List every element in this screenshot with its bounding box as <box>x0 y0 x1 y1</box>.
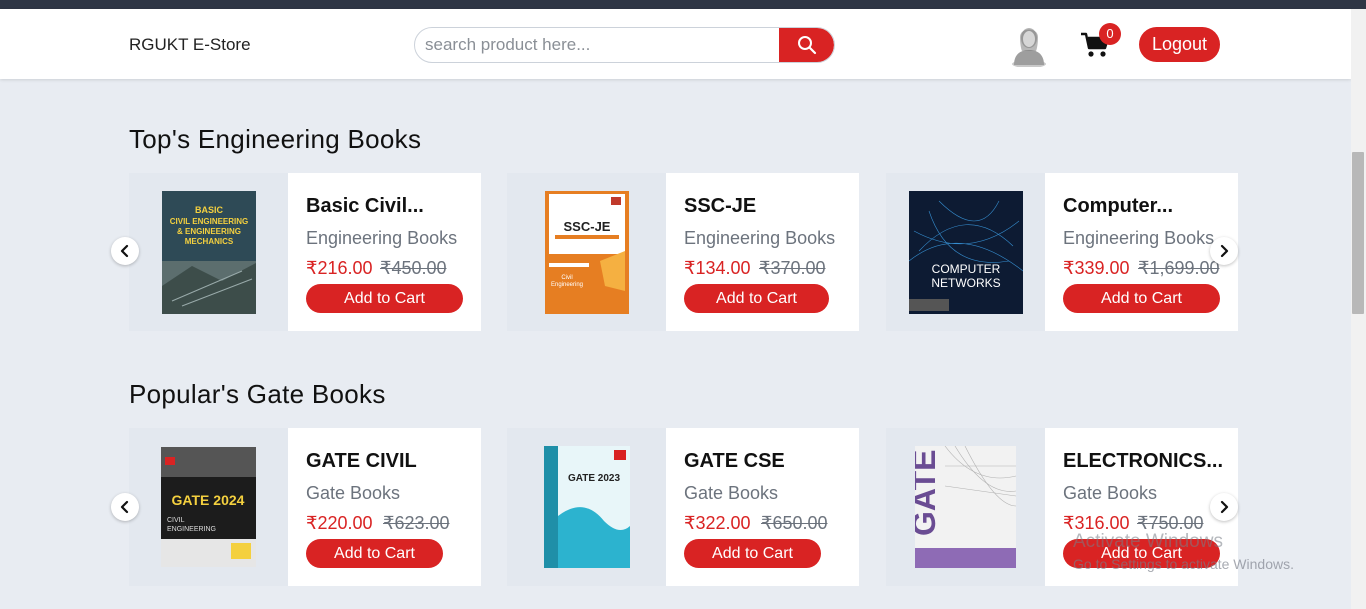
carousel-next-button[interactable] <box>1210 237 1238 265</box>
product-mrp: ₹1,699.00 <box>1138 258 1220 278</box>
windows-activation-watermark-subtitle: Go to Settings to activate Windows. <box>1073 556 1294 572</box>
product-price: ₹339.00 <box>1063 258 1130 278</box>
product-image-box: GATE 2024 CIVIL ENGINEERING <box>129 428 288 586</box>
carousel-prev-button[interactable] <box>111 493 139 521</box>
top-strip <box>0 0 1366 9</box>
book-cover-gate-electronics: GATE <box>915 446 1016 568</box>
search-icon <box>797 36 816 55</box>
book-cover-gate-civil: GATE 2024 CIVIL ENGINEERING <box>161 447 256 567</box>
cart-count-badge: 0 <box>1099 23 1121 45</box>
chevron-right-icon <box>1220 500 1229 514</box>
product-image-box: GATE <box>886 428 1045 586</box>
product-image-box: BASIC CIVIL ENGINEERING & ENGINEERING ME… <box>129 173 288 331</box>
product-mrp: ₹623.00 <box>383 513 450 533</box>
add-to-cart-button[interactable]: Add to Cart <box>684 539 821 568</box>
chevron-left-icon <box>120 500 129 514</box>
product-category: Gate Books <box>1063 483 1158 503</box>
add-to-cart-button[interactable]: Add to Cart <box>684 284 829 313</box>
search-bar <box>414 27 835 63</box>
product-image-box: GATE 2023 <box>507 428 666 586</box>
add-to-cart-button[interactable]: Add to Cart <box>1063 284 1220 313</box>
product-title[interactable]: Basic Civil... <box>306 195 424 218</box>
product-card[interactable]: GATE 2024 CIVIL ENGINEERING GATE CIVIL G… <box>129 428 481 586</box>
product-category: Gate Books <box>306 483 401 503</box>
search-input[interactable] <box>415 28 781 62</box>
svg-text:NETWORKS: NETWORKS <box>931 276 1000 290</box>
user-avatar-icon[interactable] <box>1010 23 1048 67</box>
book-cover-computer-networks: COMPUTER NETWORKS <box>908 190 1023 314</box>
windows-activation-watermark-title: Activate Windows <box>1073 531 1223 552</box>
product-image-box: COMPUTER NETWORKS <box>886 173 1045 331</box>
carousel-prev-button[interactable] <box>111 237 139 265</box>
svg-text:GATE 2024: GATE 2024 <box>172 492 245 508</box>
product-price: ₹216.00 <box>306 258 373 278</box>
chevron-left-icon <box>120 244 129 258</box>
product-card[interactable]: COMPUTER NETWORKS Computer... Engineerin… <box>886 173 1238 331</box>
product-card[interactable]: BASIC CIVIL ENGINEERING & ENGINEERING ME… <box>129 173 481 331</box>
product-image-box: SSC-JE Civil Engineering <box>507 173 666 331</box>
product-category: Engineering Books <box>306 228 458 248</box>
svg-text:& ENGINEERING: & ENGINEERING <box>176 227 240 236</box>
svg-text:SSC-JE: SSC-JE <box>563 219 610 234</box>
product-category: Engineering Books <box>1063 228 1215 248</box>
product-title[interactable]: Computer... <box>1063 195 1173 218</box>
product-price: ₹220.00 <box>306 513 373 533</box>
svg-text:BASIC: BASIC <box>194 205 223 215</box>
navbar: RGUKT E-Store 0 Logout <box>0 9 1351 79</box>
svg-text:CIVIL: CIVIL <box>167 517 185 524</box>
product-mrp: ₹370.00 <box>759 258 826 278</box>
add-to-cart-button[interactable]: Add to Cart <box>306 539 443 568</box>
svg-text:GATE 2023: GATE 2023 <box>567 473 619 484</box>
svg-text:ENGINEERING: ENGINEERING <box>167 526 216 533</box>
product-title[interactable]: GATE CSE <box>684 450 785 473</box>
svg-text:GATE: GATE <box>915 449 942 536</box>
product-price: ₹322.00 <box>684 513 751 533</box>
book-cover-basic-civil: BASIC CIVIL ENGINEERING & ENGINEERING ME… <box>161 190 256 314</box>
section-title-gate: Popular's Gate Books <box>129 379 386 409</box>
logout-button[interactable]: Logout <box>1139 27 1220 62</box>
svg-text:CIVIL ENGINEERING: CIVIL ENGINEERING <box>169 217 248 226</box>
add-to-cart-button[interactable]: Add to Cart <box>306 284 463 313</box>
book-cover-gate-cse: GATE 2023 <box>543 446 630 568</box>
carousel-next-button[interactable] <box>1210 493 1238 521</box>
book-cover-ssc-je: SSC-JE Civil Engineering <box>544 190 629 314</box>
product-category: Gate Books <box>684 483 779 503</box>
svg-text:Engineering: Engineering <box>550 282 582 288</box>
scrollbar-thumb[interactable] <box>1352 152 1364 314</box>
product-card[interactable]: SSC-JE Civil Engineering SSC-JE Engineer… <box>507 173 859 331</box>
product-title[interactable]: ELECTRONICS... <box>1063 450 1223 473</box>
svg-text:MECHANICS: MECHANICS <box>184 237 233 246</box>
product-mrp: ₹450.00 <box>380 258 447 278</box>
svg-text:COMPUTER: COMPUTER <box>931 262 1000 276</box>
section-title-engineering: Top's Engineering Books <box>129 124 422 154</box>
product-card[interactable]: GATE 2023 GATE CSE Gate Books ₹322.00 ₹6… <box>507 428 859 586</box>
search-button[interactable] <box>779 28 834 62</box>
chevron-right-icon <box>1220 244 1229 258</box>
product-title[interactable]: GATE CIVIL <box>306 450 417 473</box>
product-mrp: ₹650.00 <box>761 513 828 533</box>
product-price: ₹134.00 <box>684 258 751 278</box>
product-category: Engineering Books <box>684 228 836 248</box>
brand-logo-text[interactable]: RGUKT E-Store <box>129 35 251 55</box>
product-title[interactable]: SSC-JE <box>684 195 756 218</box>
svg-text:Civil: Civil <box>561 275 572 281</box>
